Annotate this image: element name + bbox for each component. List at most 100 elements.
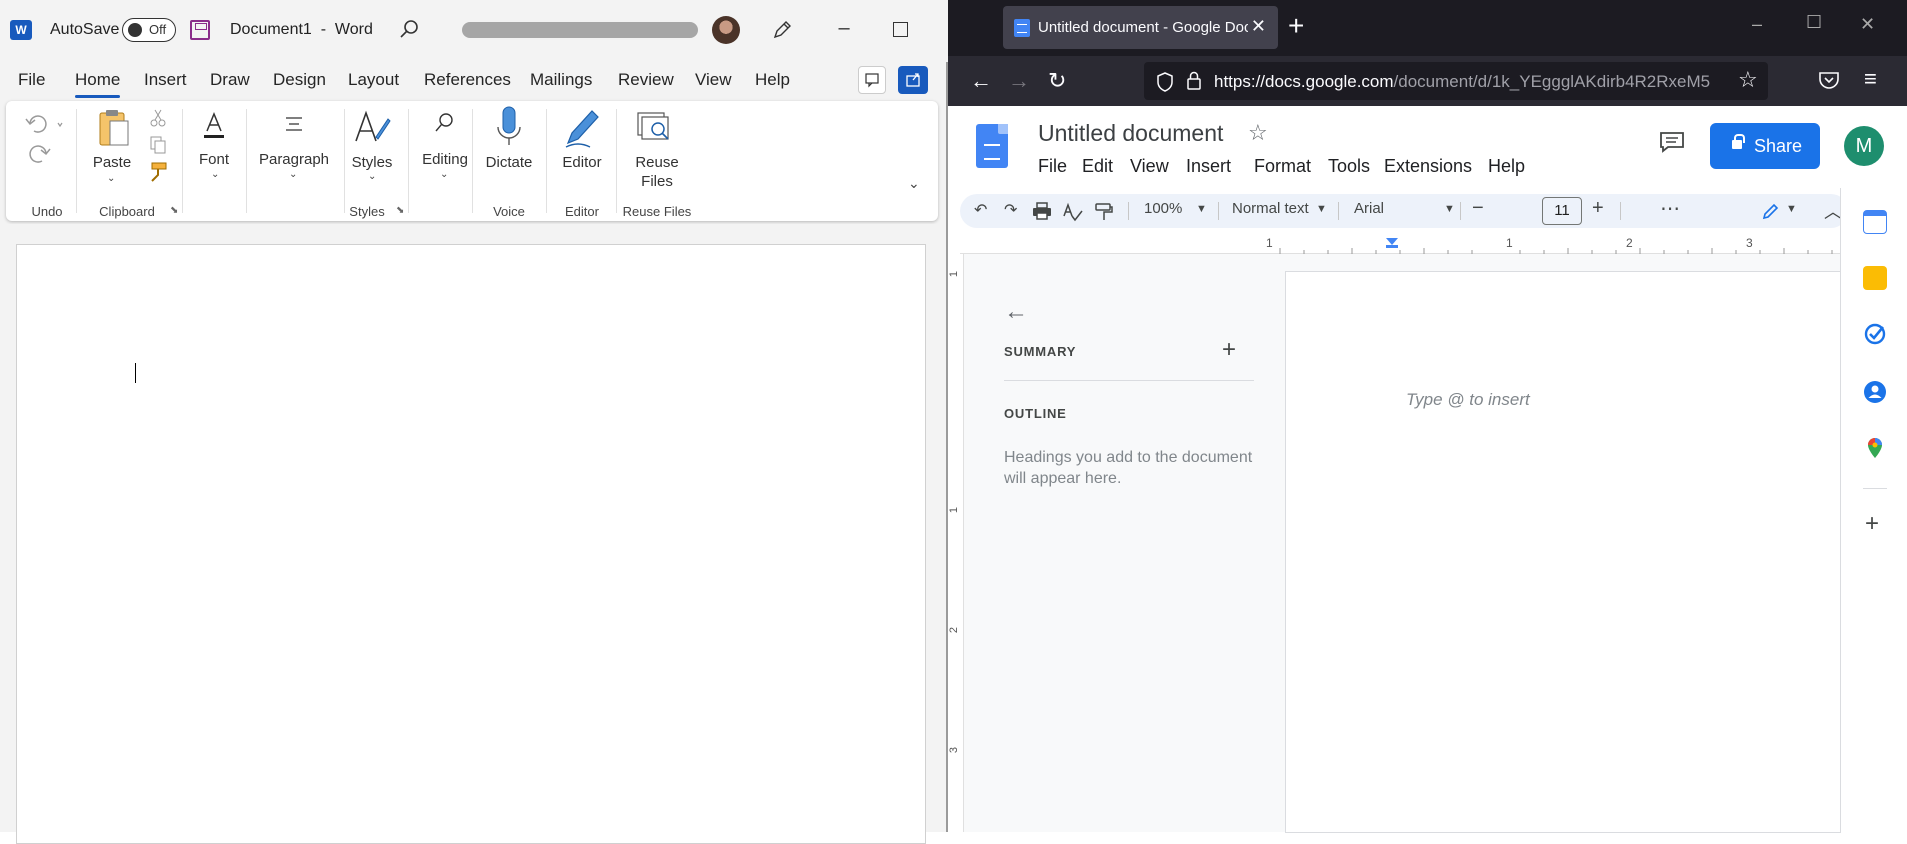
pocket-icon[interactable] (1818, 70, 1840, 90)
zoom-select[interactable]: 100% (1144, 200, 1182, 217)
document-title[interactable]: Document1 - Word (230, 21, 373, 39)
paragraph-style-select[interactable]: Normal text (1232, 200, 1309, 217)
new-tab-icon[interactable]: + (1288, 10, 1304, 42)
styles-icon[interactable] (352, 107, 392, 147)
menu-home[interactable]: Home (75, 70, 121, 98)
browser-minimize-button[interactable]: – (1752, 14, 1762, 35)
increase-font-size-icon[interactable]: + (1592, 197, 1604, 220)
autosave-toggle[interactable]: Off (122, 18, 176, 42)
pen-icon[interactable] (770, 18, 794, 42)
editor-button-label[interactable]: Editor (556, 153, 608, 172)
menu-insert[interactable]: Insert (144, 70, 187, 90)
paste-dropdown-icon[interactable]: ⌄ (107, 173, 115, 184)
editor-icon[interactable] (562, 105, 602, 151)
add-summary-icon[interactable]: + (1222, 336, 1236, 364)
menu-draw[interactable]: Draw (210, 70, 250, 90)
docs-page[interactable]: Type @ to insert (1286, 272, 1840, 832)
paste-icon[interactable] (94, 107, 134, 151)
vertical-ruler[interactable]: 1 1 2 3 (948, 254, 964, 832)
forward-icon[interactable]: → (1008, 68, 1030, 94)
font-icon[interactable] (202, 111, 226, 141)
keep-icon[interactable] (1863, 266, 1887, 290)
editing-dropdown-icon[interactable]: ⌄ (440, 169, 448, 180)
ribbon-collapse-icon[interactable]: ⌄ (908, 175, 920, 192)
docs-menu-file[interactable]: File (1038, 156, 1067, 177)
styles-button-label[interactable]: Styles (348, 153, 396, 172)
comment-history-icon[interactable] (1658, 130, 1686, 154)
tasks-icon[interactable] (1863, 322, 1887, 346)
paragraph-dropdown-icon[interactable]: ⌄ (289, 169, 297, 180)
decrease-font-size-icon[interactable]: − (1472, 197, 1484, 220)
menu-mailings[interactable]: Mailings (530, 70, 592, 90)
close-outline-back-icon[interactable]: ← (1004, 298, 1028, 326)
menu-design[interactable]: Design (273, 70, 326, 90)
word-page[interactable] (16, 244, 926, 844)
docs-menu-insert[interactable]: Insert (1186, 156, 1231, 177)
editing-mode-button[interactable]: ▼ (1754, 197, 1808, 225)
undo-icon[interactable] (20, 109, 66, 169)
star-icon[interactable]: ☆ (1248, 120, 1268, 146)
horizontal-ruler[interactable]: 1 1 2 3 (960, 236, 1840, 254)
account-avatar[interactable]: M (1844, 126, 1884, 166)
paste-button-label[interactable]: Paste (90, 153, 134, 172)
more-options-icon[interactable]: ⋯ (1660, 196, 1680, 221)
hamburger-menu-icon[interactable]: ≡ (1864, 66, 1877, 92)
bookmark-star-icon[interactable]: ☆ (1738, 67, 1758, 93)
clipboard-launcher-icon[interactable]: ⬊ (170, 205, 178, 216)
lock-icon[interactable] (1186, 71, 1202, 91)
comments-button[interactable] (858, 66, 886, 94)
style-dropdown-icon[interactable]: ▼ (1316, 203, 1327, 215)
menu-file[interactable]: File (18, 70, 45, 90)
browser-close-button[interactable]: ✕ (1860, 14, 1875, 35)
find-icon[interactable] (432, 111, 456, 137)
docs-menu-edit[interactable]: Edit (1082, 156, 1113, 177)
indent-marker-bar[interactable] (1386, 245, 1398, 248)
microphone-icon[interactable] (494, 105, 524, 151)
url-bar[interactable]: https://docs.google.com/document/d/1k_YE… (1144, 62, 1768, 100)
redo-icon[interactable]: ↷ (1004, 200, 1017, 220)
docs-menu-tools[interactable]: Tools (1328, 156, 1370, 177)
calendar-icon[interactable] (1863, 210, 1887, 234)
editing-button-label[interactable]: Editing (414, 150, 476, 169)
maps-icon[interactable] (1863, 436, 1887, 460)
google-docs-logo-icon[interactable] (976, 124, 1008, 168)
search-icon[interactable] (398, 18, 420, 40)
docs-share-button[interactable]: Share (1710, 123, 1820, 169)
zoom-dropdown-icon[interactable]: ▼ (1196, 203, 1207, 215)
paragraph-icon[interactable] (282, 115, 306, 135)
docs-menu-help[interactable]: Help (1488, 156, 1525, 177)
minimize-button[interactable]: – (832, 18, 856, 42)
menu-review[interactable]: Review (618, 70, 674, 90)
font-size-input[interactable]: 11 (1542, 197, 1582, 225)
docs-menu-view[interactable]: View (1130, 156, 1169, 177)
font-dropdown-icon[interactable]: ▼ (1444, 203, 1455, 215)
save-icon[interactable] (190, 20, 210, 40)
user-avatar[interactable] (712, 16, 740, 44)
docs-menu-extensions[interactable]: Extensions (1384, 156, 1472, 177)
menu-help[interactable]: Help (755, 70, 790, 90)
share-button[interactable] (898, 66, 928, 94)
reuse-files-icon[interactable] (634, 109, 674, 149)
indent-marker[interactable] (1386, 238, 1398, 245)
contacts-icon[interactable] (1863, 380, 1887, 404)
get-addons-icon[interactable]: + (1865, 510, 1879, 538)
font-select[interactable]: Arial (1354, 200, 1384, 217)
docs-title[interactable]: Untitled document (1038, 120, 1223, 147)
menu-references[interactable]: References (424, 70, 511, 90)
reuse-files-button-label[interactable]: Reuse Files (626, 153, 688, 191)
reload-icon[interactable]: ↻ (1048, 68, 1066, 94)
browser-maximize-button[interactable]: ☐ (1806, 12, 1822, 33)
back-icon[interactable]: ← (970, 68, 992, 94)
font-dropdown-icon[interactable]: ⌄ (211, 169, 219, 180)
browser-tab[interactable]: Untitled document - Google Docs ✕ (1003, 6, 1278, 49)
docs-menu-format[interactable]: Format (1254, 156, 1311, 177)
tab-close-icon[interactable]: ✕ (1251, 16, 1266, 37)
styles-launcher-icon[interactable]: ⬊ (396, 205, 404, 216)
print-icon[interactable] (1032, 202, 1052, 220)
paragraph-button-label[interactable]: Paragraph (254, 150, 334, 169)
menu-layout[interactable]: Layout (348, 70, 399, 90)
maximize-button[interactable] (893, 22, 908, 37)
dictate-button-label[interactable]: Dictate (482, 153, 536, 172)
styles-dropdown-icon[interactable]: ⌄ (368, 171, 376, 182)
spellcheck-icon[interactable] (1062, 202, 1084, 222)
